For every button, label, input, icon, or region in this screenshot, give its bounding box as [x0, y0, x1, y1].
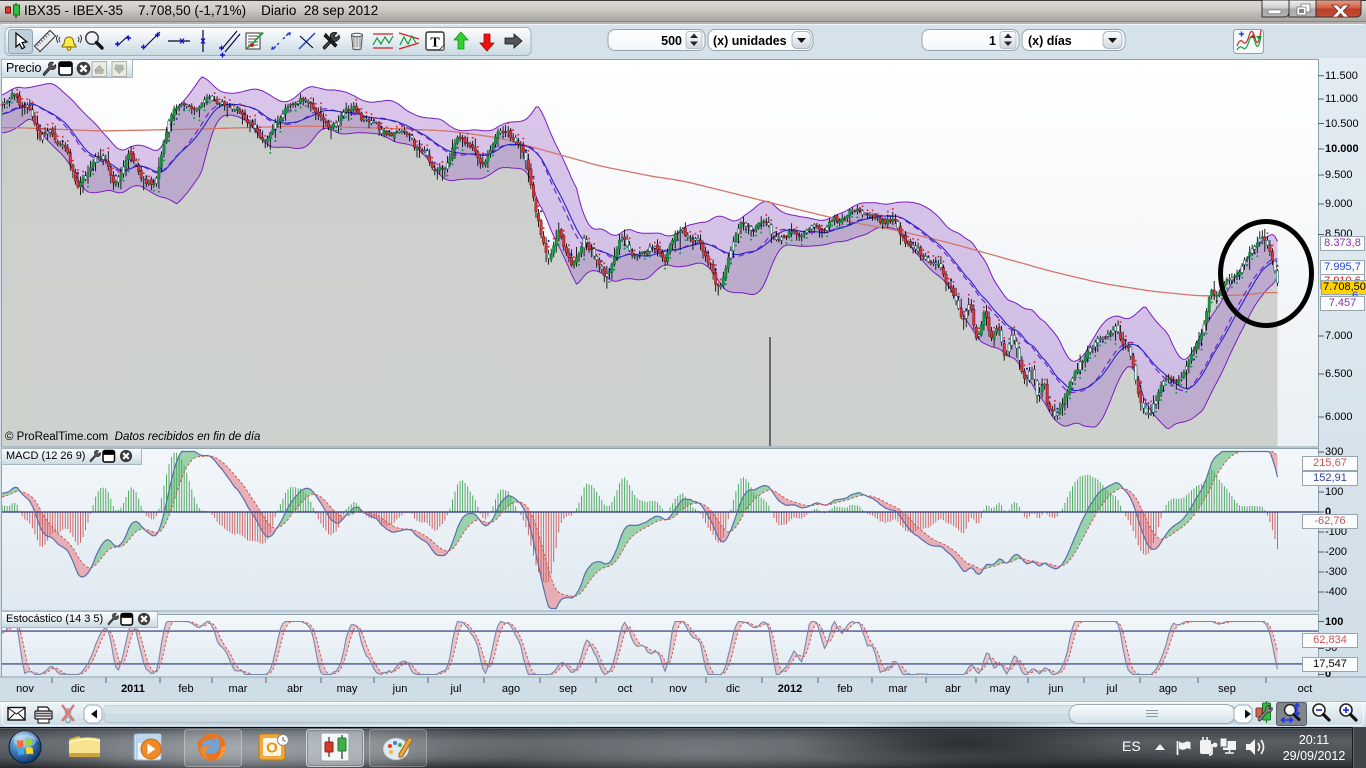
svg-text:O: O	[266, 740, 278, 757]
svg-text:T: T	[430, 36, 440, 51]
